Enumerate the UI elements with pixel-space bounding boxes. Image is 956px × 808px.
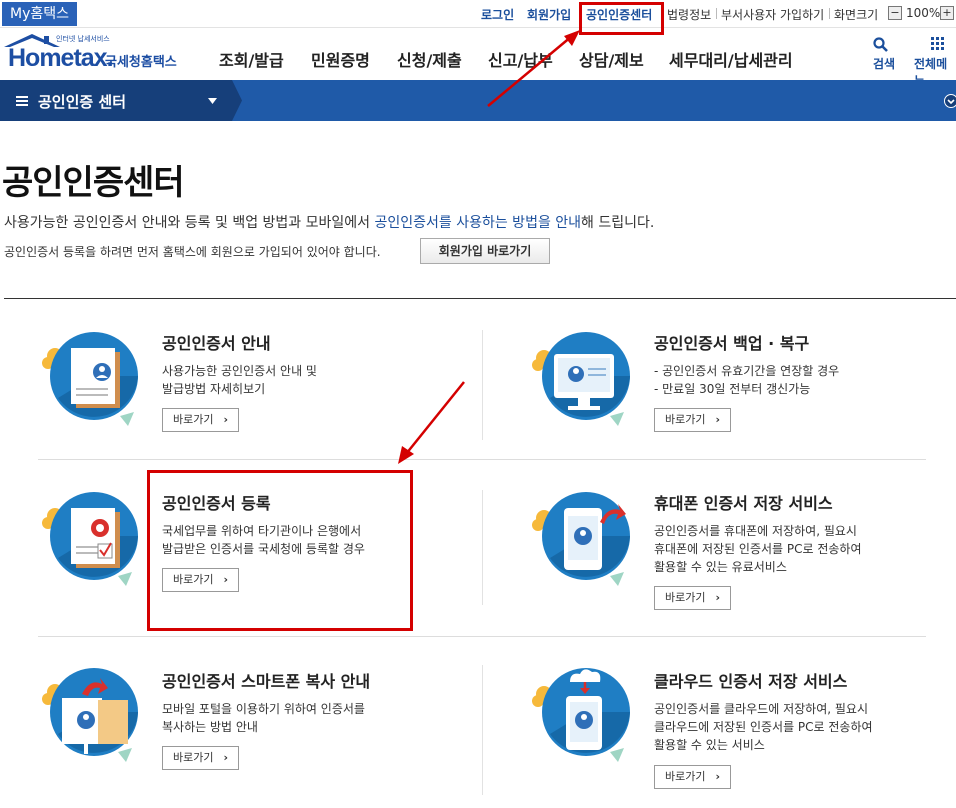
law-info-link[interactable]: 법령정보 [667, 6, 711, 23]
my-hometax-tab[interactable]: My홈택스 [2, 2, 78, 26]
certificate-document-icon [42, 332, 138, 426]
column-divider [482, 330, 483, 440]
intro-text: 사용가능한 공인인증서 안내와 등록 및 백업 방법과 모바일에서 공인인증서를… [4, 212, 654, 232]
page-title: 공인인증센터 [2, 163, 185, 203]
smartphone-copy-icon [42, 668, 138, 762]
monitor-backup-icon [532, 332, 630, 426]
login-link[interactable]: 로그인 [481, 6, 514, 23]
hamburger-icon [16, 96, 28, 106]
card-desc-phone-cert: 공인인증서를 휴대폰에 저장하여, 필요시 휴대폰에 저장된 인증서를 PC로 … [654, 522, 862, 576]
card-desc-line: 공인인증서를 클라우드에 저장하여, 필요시 [654, 702, 868, 716]
grid-menu-icon[interactable] [931, 37, 945, 51]
column-divider [482, 490, 483, 605]
search-label[interactable]: 검색 [873, 55, 895, 72]
card-desc-line: - 만료일 30일 전부터 갱신가능 [654, 382, 811, 396]
separator [829, 8, 830, 19]
zoom-level: 100% [906, 6, 941, 20]
card-desc-cert-backup: - 공인인증서 유효기간을 연장할 경우 - 만료일 30일 전부터 갱신가능 [654, 362, 839, 398]
go-button-phone-cert[interactable]: 바로가기 › [654, 586, 731, 610]
intro-text-highlight: 공인인증서를 사용하는 방법을 안내 [374, 215, 582, 231]
nav-item-certificates[interactable]: 민원증명 [311, 47, 370, 71]
go-button-label: 바로가기 [173, 751, 214, 764]
card-title-phone-cert: 휴대폰 인증서 저장 서비스 [654, 494, 833, 513]
join-note: 공인인증서 등록을 하려면 먼저 홈택스에 회원으로 가입되어 있어야 합니다. [4, 245, 381, 259]
annotation-arrow-middle [398, 381, 465, 464]
go-button-smartphone-copy[interactable]: 바로가기 › [162, 746, 239, 770]
card-title-cert-backup: 공인인증서 백업 · 복구 [654, 334, 810, 353]
go-button-cert-guide[interactable]: 바로가기 › [162, 408, 239, 432]
card-desc-line: 복사하는 방법 안내 [162, 720, 258, 734]
highlight-box-cert-center [579, 2, 664, 35]
breadcrumb-arrow-shape [232, 80, 242, 121]
go-button-label: 바로가기 [173, 413, 214, 426]
card-desc-line: 모바일 포털을 이용하기 위하여 인증서를 [162, 702, 365, 716]
card-desc-line: 공인인증서를 휴대폰에 저장하여, 필요시 [654, 524, 857, 538]
card-desc-cloud-cert: 공인인증서를 클라우드에 저장하여, 필요시 클라우드에 저장된 인증서를 PC… [654, 700, 873, 754]
card-title-cert-guide: 공인인증서 안내 [162, 334, 271, 353]
phone-certificate-icon [532, 492, 630, 586]
row-divider [38, 459, 926, 460]
content-divider [4, 298, 956, 299]
card-desc-line: 휴대폰에 저장된 인증서를 PC로 전송하여 [654, 542, 862, 556]
signup-link[interactable]: 회원가입 [527, 6, 571, 23]
card-desc-cert-guide: 사용가능한 공인인증서 안내 및 발급방법 자세히보기 [162, 362, 317, 398]
chevron-right-icon: › [715, 413, 720, 426]
join-shortcut-button[interactable]: 회원가입 바로가기 [420, 238, 550, 264]
separator [716, 8, 717, 19]
chevron-right-icon: › [223, 413, 228, 426]
column-divider [482, 665, 483, 795]
certificate-register-icon [42, 492, 138, 586]
zoom-out-button[interactable]: − [888, 6, 902, 20]
dept-user-signup-link[interactable]: 부서사용자 가입하기 [721, 6, 824, 23]
screen-size-label: 화면크기 [834, 8, 879, 22]
zoom-in-button[interactable]: + [940, 6, 954, 20]
search-icon[interactable] [873, 37, 889, 53]
go-button-label: 바로가기 [665, 413, 706, 426]
nav-item-application[interactable]: 신청/제출 [397, 47, 462, 71]
card-desc-line: 활용할 수 있는 서비스 [654, 738, 765, 752]
chevron-circle-icon[interactable] [944, 94, 956, 108]
nav-item-inquiry[interactable]: 조회/발급 [219, 47, 284, 71]
card-desc-line: 사용가능한 공인인증서 안내 및 [162, 364, 317, 378]
cloud-certificate-icon [532, 668, 630, 762]
go-button-label: 바로가기 [665, 591, 706, 604]
card-desc-line: 발급방법 자세히보기 [162, 382, 266, 396]
card-desc-line: 클라우드에 저장된 인증서를 PC로 전송하여 [654, 720, 873, 734]
chevron-right-icon: › [223, 751, 228, 764]
go-button-cloud-cert[interactable]: 바로가기 › [654, 765, 731, 789]
card-desc-line: 활용할 수 있는 유료서비스 [654, 560, 787, 574]
nav-item-tax-agent[interactable]: 세무대리/납세관리 [669, 47, 793, 71]
annotation-arrow-top [487, 30, 580, 107]
intro-text-pre: 사용가능한 공인인증서 안내와 등록 및 백업 방법과 모바일에서 [4, 215, 375, 231]
logo-subtitle: 인터넷 납세서비스 [56, 35, 110, 43]
card-title-cloud-cert: 클라우드 인증서 저장 서비스 [654, 672, 848, 691]
row-divider [38, 636, 926, 637]
card-desc-line: - 공인인증서 유효기간을 연장할 경우 [654, 364, 840, 378]
go-button-label: 바로가기 [665, 770, 706, 783]
breadcrumb-label: 공인인증 센터 [38, 93, 127, 111]
chevron-right-icon: › [715, 770, 720, 783]
chevron-right-icon: › [715, 591, 720, 604]
intro-text-post: 해 드립니다. [581, 215, 655, 231]
card-title-smartphone-copy: 공인인증서 스마트폰 복사 안내 [162, 672, 371, 691]
highlight-box-cert-register [147, 470, 413, 631]
go-button-cert-backup[interactable]: 바로가기 › [654, 408, 731, 432]
logo-korean-name: 국세청홈택스 [105, 55, 177, 70]
hometax-logo[interactable]: Hometax. [8, 44, 114, 73]
card-desc-smartphone-copy: 모바일 포털을 이용하기 위하여 인증서를 복사하는 방법 안내 [162, 700, 365, 736]
caret-down-icon[interactable] [208, 98, 217, 104]
